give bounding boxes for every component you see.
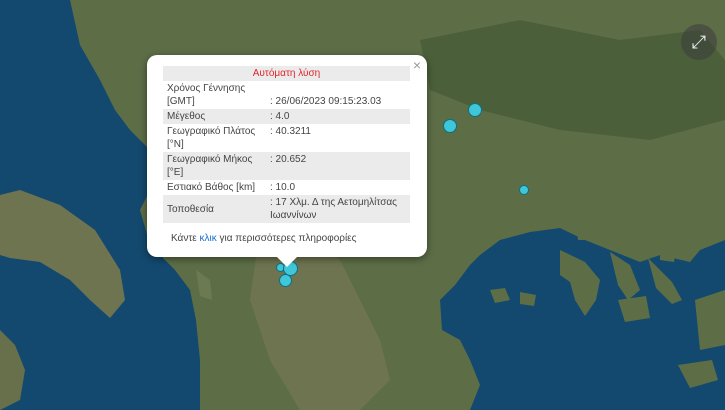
latitude-value: : 40.3211 xyxy=(270,126,311,137)
depth-label: Εστιακό Βάθος [km] xyxy=(167,182,256,193)
earthquake-marker[interactable] xyxy=(519,185,529,195)
origin-time-value: : 26/06/2023 09:15:23.03 xyxy=(270,96,382,107)
more-info-suffix: για περισσότερες πληροφορίες xyxy=(216,233,357,244)
close-icon[interactable]: × xyxy=(413,57,421,73)
magnitude-label: Μέγεθος xyxy=(163,109,266,124)
depth-value: : 10.0 xyxy=(270,182,296,193)
magnitude-value: : 4.0 xyxy=(266,109,410,124)
more-info-link[interactable]: κλικ xyxy=(200,233,217,244)
earthquake-details-table: Αυτόματη λύση Χρόνος Γέννησης [GMT] : 26… xyxy=(163,66,410,223)
longitude-label: Γεωγραφικό Μήκος [°E] xyxy=(163,152,266,180)
latitude-label: Γεωγραφικό Πλάτος [°N] xyxy=(167,126,256,150)
origin-time-label: Χρόνος Γέννησης [GMT] xyxy=(167,83,246,107)
earthquake-marker[interactable] xyxy=(443,119,457,133)
location-value: : 17 Χλμ. Δ της Αετομηλίτσας Ιωαννίνων xyxy=(266,195,410,223)
earthquake-marker[interactable] xyxy=(468,103,482,117)
earthquake-popup: × Αυτόματη λύση Χρόνος Γέννησης [GMT] : … xyxy=(147,55,427,267)
land-thasos xyxy=(660,248,676,262)
land-samothrace xyxy=(576,223,596,240)
more-info-prefix: Κάντε xyxy=(171,233,200,244)
land-lesbos-edge xyxy=(695,290,725,350)
popup-title: Αυτόματη λύση xyxy=(163,66,410,81)
location-label: Τοποθεσία xyxy=(163,195,266,223)
more-info-text: Κάντε κλικ για περισσότερες πληροφορίες xyxy=(171,233,356,244)
fullscreen-icon[interactable]: ⤢ xyxy=(681,24,717,60)
earthquake-marker[interactable] xyxy=(278,273,292,287)
longitude-value: : 20.652 xyxy=(266,152,410,180)
